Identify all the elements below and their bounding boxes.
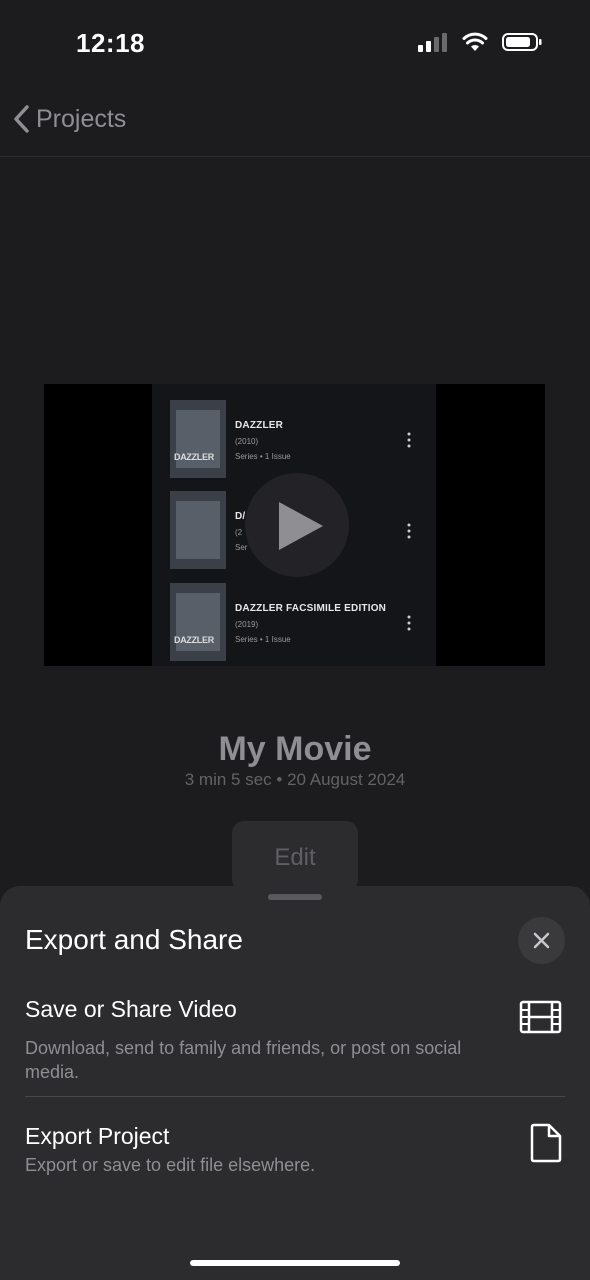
comic-meta: Series • 1 Issue — [235, 635, 291, 644]
film-icon — [519, 1000, 562, 1034]
option-subtitle: Export or save to edit file elsewhere. — [25, 1155, 316, 1175]
status-time: 12:18 — [76, 28, 145, 58]
comic-cover — [170, 491, 226, 569]
comic-meta: Series • 1 Issue — [235, 452, 291, 461]
comic-title: D/ — [235, 511, 246, 522]
project-meta: 3 min 5 sec • 20 August 2024 — [184, 770, 406, 789]
wifi-icon — [462, 32, 488, 51]
option-title: Export Project — [25, 1123, 170, 1149]
option-divider — [25, 1096, 565, 1097]
comic-cover-text: DAZZLER — [174, 635, 214, 645]
cellular-signal-icon — [418, 33, 447, 52]
edit-button[interactable]: Edit — [232, 821, 358, 891]
sheet-title: Export and Share — [25, 924, 243, 955]
comic-row: DAZZLER DAZZLER FACSIMILE EDITION (2019)… — [170, 583, 430, 663]
battery-icon — [502, 33, 542, 51]
comic-row: DAZZLER DAZZLER (2010) Series • 1 Issue — [170, 400, 430, 480]
document-icon — [530, 1123, 562, 1163]
export-project-option[interactable]: Export Project Export or save to edit fi… — [0, 1123, 590, 1193]
more-vertical-icon — [407, 432, 411, 448]
comic-cover: DAZZLER — [170, 400, 226, 478]
close-button[interactable] — [518, 917, 565, 964]
navigation-bar: Projects — [0, 88, 590, 157]
status-bar: 12:18 — [0, 0, 590, 88]
home-indicator — [190, 1260, 400, 1266]
export-share-sheet: Export and Share Save or Share Video Dow… — [0, 886, 590, 1280]
play-button[interactable] — [245, 473, 349, 577]
video-preview[interactable]: DAZZLER DAZZLER (2010) Series • 1 Issue … — [44, 384, 545, 666]
comic-year: (2 — [235, 528, 243, 537]
more-vertical-icon — [407, 615, 411, 631]
comic-title: DAZZLER FACSIMILE EDITION — [235, 603, 387, 614]
chevron-left-icon — [14, 105, 29, 133]
project-title: My Movie — [218, 730, 372, 768]
comic-cover-text: DAZZLER — [174, 452, 214, 462]
comic-cover: DAZZLER — [170, 583, 226, 661]
status-icons — [418, 32, 542, 52]
save-share-video-option[interactable]: Save or Share Video Download, send to fa… — [0, 996, 590, 1096]
comic-year: (2010) — [235, 437, 259, 446]
comic-year: (2019) — [235, 620, 259, 629]
play-icon — [279, 502, 323, 550]
comic-meta: Ser — [235, 543, 248, 552]
back-button-label: Projects — [36, 104, 127, 133]
sheet-grabber[interactable] — [268, 894, 322, 900]
option-title: Save or Share Video — [25, 996, 237, 1022]
option-subtitle: Download, send to family and friends, or… — [25, 1038, 462, 1082]
comic-title: DAZZLER — [235, 420, 284, 431]
more-vertical-icon — [407, 523, 411, 539]
close-icon — [533, 932, 550, 949]
back-button[interactable]: Projects — [12, 104, 126, 134]
